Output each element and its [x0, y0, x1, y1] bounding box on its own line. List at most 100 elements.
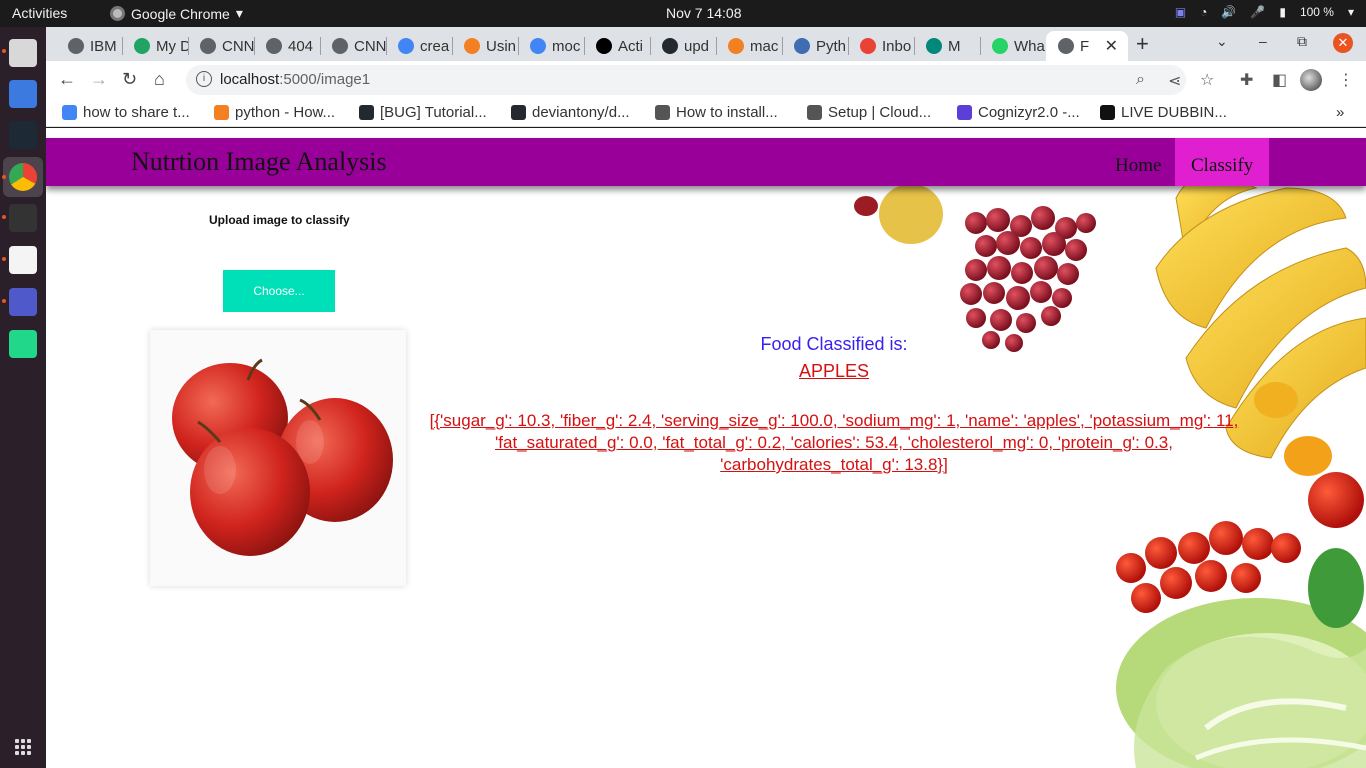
show-applications-icon[interactable]: [15, 739, 31, 755]
tab-favicon-icon: [992, 38, 1008, 54]
extensions-icon[interactable]: ✚: [1240, 70, 1253, 90]
choose-file-button[interactable]: Choose...: [223, 270, 335, 312]
tab-label: mac: [750, 37, 779, 55]
pycharm-icon[interactable]: [9, 330, 37, 358]
tab-favicon-icon: [68, 38, 84, 54]
browser-tab[interactable]: IBM: [56, 31, 122, 61]
bookmark-favicon-icon: [359, 105, 374, 120]
bookmark-item[interactable]: Setup | Cloud...: [807, 104, 931, 121]
bookmark-label: Setup | Cloud...: [828, 104, 932, 121]
browser-tab[interactable]: Pyth: [782, 31, 848, 61]
browser-tab[interactable]: CNN: [188, 31, 254, 61]
bookmark-label: deviantony/d...: [532, 104, 630, 121]
system-tray[interactable]: ▣ ◔ 🔊 🎤 ▮ 100 % ▾: [1175, 5, 1354, 19]
browser-tab[interactable]: moc: [518, 31, 584, 61]
back-button[interactable]: ←: [58, 69, 76, 90]
terminal-tool-icon[interactable]: [9, 121, 37, 149]
browser-tab[interactable]: Acti: [584, 31, 650, 61]
power-menu-icon[interactable]: ▾: [1348, 5, 1354, 19]
browser-tab[interactable]: M: [914, 31, 980, 61]
browser-tab[interactable]: upd: [650, 31, 716, 61]
battery-icon: ▮: [1279, 5, 1286, 19]
share-icon[interactable]: ⋖: [1168, 71, 1181, 91]
minimize-button[interactable]: –: [1259, 33, 1267, 49]
bookmark-item[interactable]: python - How...: [214, 104, 335, 121]
teams-icon[interactable]: [9, 288, 37, 316]
zoom-icon[interactable]: ⌕: [1136, 71, 1145, 89]
chrome-menu-icon[interactable]: ⋮: [1338, 70, 1354, 90]
tab-search-icon[interactable]: ⌄: [1216, 33, 1228, 50]
bookmark-item[interactable]: How to install...: [655, 104, 778, 121]
window-close-button[interactable]: ✕: [1333, 33, 1353, 53]
nutrition-data-link[interactable]: [{'sugar_g': 10.3, 'fiber_g': 2.4, 'serv…: [406, 410, 1262, 476]
result-heading: Food Classified is:: [760, 334, 908, 354]
reload-button[interactable]: ↻: [122, 69, 137, 90]
nav-home-link[interactable]: Home: [1099, 138, 1177, 186]
tab-close-icon[interactable]: ✕: [1105, 36, 1128, 56]
app-menu[interactable]: Google Chrome ▾: [110, 5, 243, 22]
clock[interactable]: Nov 7 14:08: [666, 5, 742, 21]
bookmark-item[interactable]: [BUG] Tutorial...: [359, 104, 487, 121]
browser-toolbar: ← → ↻ ⌂ i localhost:5000/image1 ⌕ ⋖ ☆ ✚ …: [46, 61, 1366, 99]
system-top-bar: Activities Google Chrome ▾ Nov 7 14:08 ▣…: [0, 0, 1366, 27]
volume-icon: 🔊: [1221, 5, 1237, 19]
bookmark-item[interactable]: how to share t...: [62, 104, 190, 121]
address-bar[interactable]: i localhost:5000/image1 ⌕ ⋖: [186, 65, 1186, 95]
bookmark-favicon-icon: [511, 105, 526, 120]
browser-tab[interactable]: My D: [122, 31, 188, 61]
tab-label: CNN: [222, 37, 254, 55]
web-page: Nutrtion Image Analysis Home Classify Up…: [46, 128, 1366, 768]
app-menu-label: Google Chrome: [131, 5, 230, 22]
bookmark-label: LIVE DUBBIN...: [1121, 104, 1227, 121]
browser-tab[interactable]: Wha: [980, 31, 1046, 61]
browser-tab[interactable]: crea: [386, 31, 452, 61]
tab-label: Inbo: [882, 37, 912, 55]
tab-label: 404: [288, 37, 314, 55]
result-food-link[interactable]: APPLES: [406, 361, 1262, 382]
tab-favicon-icon: [464, 38, 480, 54]
tab-label: Wha: [1014, 37, 1045, 55]
browser-tab[interactable]: 404: [254, 31, 320, 61]
side-panel-icon[interactable]: ◧: [1272, 70, 1287, 90]
site-title: Nutrtion Image Analysis: [131, 147, 387, 176]
bookmark-favicon-icon: [214, 105, 229, 120]
new-tab-button[interactable]: +: [1136, 31, 1149, 57]
apples-image: [150, 330, 406, 586]
text-editor-icon[interactable]: [9, 246, 37, 274]
browser-tab[interactable]: mac: [716, 31, 782, 61]
bookmark-label: [BUG] Tutorial...: [380, 104, 487, 121]
bookmark-favicon-icon: [957, 105, 972, 120]
screenshot-app-icon[interactable]: [9, 80, 37, 108]
url-text[interactable]: localhost:5000/image1: [220, 71, 370, 88]
tab-favicon-icon: [332, 38, 348, 54]
chrome-dock-icon[interactable]: [9, 163, 37, 191]
browser-tab[interactable]: Usin: [452, 31, 518, 61]
teams-tray-icon[interactable]: ▣: [1175, 5, 1186, 19]
forward-button[interactable]: →: [90, 69, 108, 90]
bookmarks-overflow-icon[interactable]: »: [1336, 104, 1344, 121]
browser-tab[interactable]: F ✕: [1046, 31, 1128, 61]
browser-tab[interactable]: CNN: [320, 31, 386, 61]
tab-label: Usin: [486, 37, 517, 55]
tab-label: CNN: [354, 37, 386, 55]
bookmark-item[interactable]: Cognizyr2.0 -...: [957, 104, 1080, 121]
browser-tab[interactable]: Inbo: [848, 31, 914, 61]
tab-label: My D: [156, 37, 188, 55]
activities-button[interactable]: Activities: [12, 5, 67, 21]
bookmark-item[interactable]: LIVE DUBBIN...: [1100, 104, 1227, 121]
tab-favicon-icon: [728, 38, 744, 54]
tab-strip: IBM My D CNN 404 CNN crea Usin moc Acti upd mac Pyt…: [46, 27, 1366, 61]
nav-classify-link[interactable]: Classify: [1175, 138, 1270, 186]
tab-label: M: [948, 37, 961, 55]
files-icon[interactable]: [9, 39, 37, 67]
tab-favicon-icon: [794, 38, 810, 54]
bookmark-item[interactable]: deviantony/d...: [511, 104, 630, 121]
site-info-icon[interactable]: i: [196, 71, 212, 87]
bookmark-star-icon[interactable]: ☆: [1200, 70, 1214, 90]
profile-avatar[interactable]: [1300, 69, 1322, 91]
bookmark-favicon-icon: [1100, 105, 1115, 120]
terminal-icon[interactable]: [9, 204, 37, 232]
maximize-button[interactable]: ⧉: [1297, 33, 1307, 50]
home-button[interactable]: ⌂: [154, 69, 165, 90]
tab-favicon-icon: [530, 38, 546, 54]
